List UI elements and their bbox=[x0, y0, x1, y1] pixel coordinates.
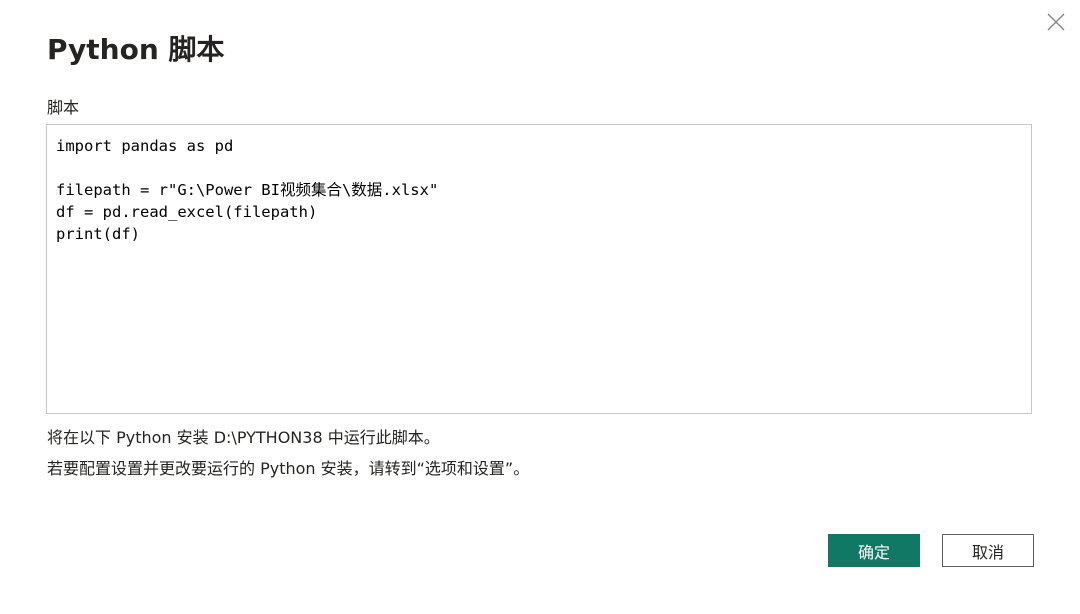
cancel-button[interactable]: 取消 bbox=[942, 534, 1034, 567]
configure-settings-hint: 若要配置设置并更改要运行的 Python 安装，请转到“选项和设置”。 bbox=[47, 459, 530, 478]
script-editor[interactable]: import pandas as pd filepath = r"G:\Powe… bbox=[46, 124, 1032, 414]
code-line: print(df) bbox=[56, 225, 140, 243]
close-button[interactable] bbox=[1042, 8, 1070, 36]
code-line: import pandas as pd bbox=[56, 137, 234, 155]
script-label: 脚本 bbox=[47, 98, 80, 117]
python-script-dialog: Python 脚本 脚本 import pandas as pd filepat… bbox=[0, 0, 1080, 614]
python-install-info: 将在以下 Python 安装 D:\PYTHON38 中运行此脚本。 bbox=[47, 428, 440, 447]
code-line: filepath = r"G:\Power BI视频集合\数据.xlsx" bbox=[56, 181, 439, 199]
ok-button[interactable]: 确定 bbox=[828, 534, 920, 567]
code-line: df = pd.read_excel(filepath) bbox=[56, 203, 318, 221]
close-icon bbox=[1047, 13, 1065, 31]
dialog-title: Python 脚本 bbox=[47, 33, 225, 66]
